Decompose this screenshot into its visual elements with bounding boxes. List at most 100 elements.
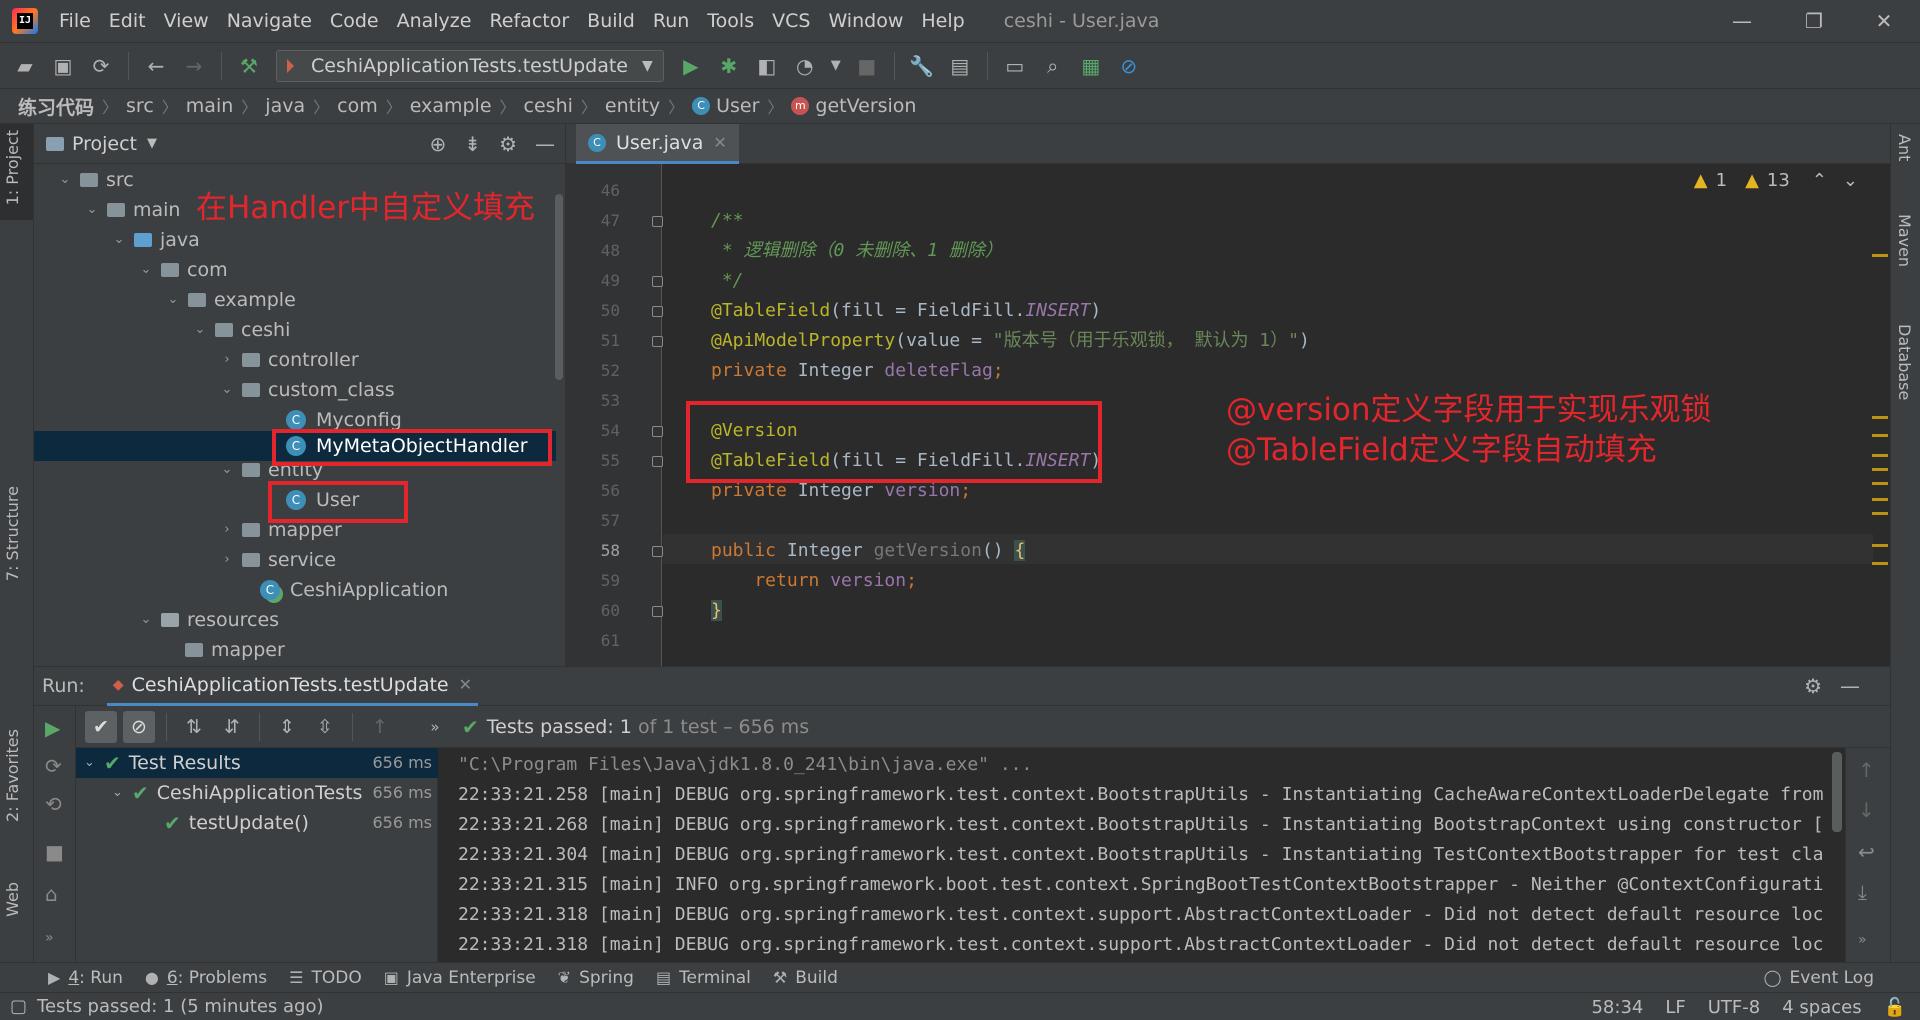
menu-file[interactable]: File xyxy=(50,0,100,42)
menu-edit[interactable]: Edit xyxy=(100,0,155,42)
line-number[interactable]: 56 xyxy=(566,476,620,506)
tool-tab-terminal[interactable]: ▤ Terminal xyxy=(656,968,751,988)
restore-button[interactable]: ❐ xyxy=(1778,0,1850,42)
tree-item-main[interactable]: ⌄ main xyxy=(83,195,181,225)
tool-tab-event-log[interactable]: ◯ Event Log xyxy=(1764,968,1874,988)
status-toggle-icon[interactable]: ▢ xyxy=(10,996,27,1017)
soft-wrap-icon[interactable]: ↩ xyxy=(1858,840,1875,864)
menu-window[interactable]: Window xyxy=(819,0,912,42)
run-icon[interactable]: ▶ xyxy=(677,52,705,80)
tree-item-java[interactable]: ⌄ java xyxy=(110,225,200,255)
console-scrollbar[interactable] xyxy=(1832,752,1842,832)
line-number[interactable]: 51 xyxy=(566,326,620,356)
run-tab-testupdate[interactable]: ◆ CeshiApplicationTests.testUpdate ✕ xyxy=(106,666,479,706)
tree-item-com[interactable]: ⌄ com xyxy=(137,255,228,285)
tool-tab-maven[interactable]: Maven xyxy=(1895,214,1914,267)
power-save-icon[interactable]: ⊘ xyxy=(1115,52,1143,80)
expand-arrow-icon[interactable]: ⌄ xyxy=(112,778,128,808)
chevron-down-icon[interactable]: ▼ xyxy=(147,136,157,151)
tree-item-resources-mapper[interactable]: mapper xyxy=(185,635,285,665)
fold-marker-icon[interactable] xyxy=(652,546,663,557)
breadcrumb-item[interactable]: m getVersion xyxy=(791,95,916,117)
debug-bug-icon[interactable]: ✱ xyxy=(715,52,743,80)
prev-highlight-icon[interactable]: ⌃ xyxy=(1812,170,1827,191)
line-number[interactable]: 46 xyxy=(566,176,620,206)
tree-item-custom-class[interactable]: ⌄ custom_class xyxy=(218,375,395,405)
fold-marker-icon[interactable] xyxy=(652,606,663,617)
close-window-button[interactable]: ✕ xyxy=(1848,0,1920,42)
minimize-button[interactable]: — xyxy=(1706,0,1778,42)
down-arrow-icon[interactable]: ↓ xyxy=(1858,798,1875,822)
error-stripe[interactable] xyxy=(1870,164,1890,666)
menu-analyze[interactable]: Analyze xyxy=(388,0,481,42)
menu-run[interactable]: Run xyxy=(644,0,698,42)
tool-tab-structure[interactable]: 7: Structure xyxy=(3,486,22,581)
menu-tools[interactable]: Tools xyxy=(698,0,763,42)
locate-crosshair-icon[interactable]: ⊕ xyxy=(430,132,447,156)
fold-marker-icon[interactable] xyxy=(652,216,663,227)
toggle-auto-test-icon[interactable]: ⟲ xyxy=(45,792,62,816)
fold-marker-icon[interactable] xyxy=(652,336,663,347)
tool-tab-ant[interactable]: Ant xyxy=(1895,134,1914,161)
line-number[interactable]: 48 xyxy=(566,236,620,266)
tool-tab-favorites[interactable]: 2: Favorites xyxy=(3,729,22,822)
vm-monitor-icon[interactable]: ▦ xyxy=(1077,52,1105,80)
scroll-to-end-icon[interactable]: ⤓ xyxy=(1858,880,1867,904)
tree-item-controller[interactable]: › controller xyxy=(218,345,358,375)
menu-help[interactable]: Help xyxy=(912,0,973,42)
hide-minus-icon[interactable]: — xyxy=(535,132,555,156)
settings-wrench-icon[interactable]: 🔧 xyxy=(908,52,936,80)
line-number[interactable]: 53 xyxy=(566,386,620,416)
up-arrow-icon[interactable]: ↑ xyxy=(1858,758,1875,782)
breadcrumb-item[interactable]: src 〉 xyxy=(126,94,186,118)
collapse-all-icon[interactable]: ⇟ xyxy=(464,132,481,156)
menu-refactor[interactable]: Refactor xyxy=(480,0,578,42)
menu-build[interactable]: Build xyxy=(578,0,644,42)
tree-item-resources[interactable]: ⌄ resources xyxy=(137,605,280,635)
line-number[interactable]: 50 xyxy=(566,296,620,326)
expand-all-icon[interactable]: ⇕ xyxy=(271,711,303,743)
tree-item-example[interactable]: ⌄ example xyxy=(164,285,296,315)
sort-alpha-icon[interactable]: ⇅ xyxy=(178,711,210,743)
project-structure-icon[interactable]: ▤ xyxy=(946,52,974,80)
sort-duration-icon[interactable]: ⇵ xyxy=(216,711,248,743)
project-scrollbar[interactable] xyxy=(555,194,563,380)
stop-icon[interactable]: ■ xyxy=(45,840,64,864)
tool-tab-problems[interactable]: ● 6: Problems xyxy=(145,968,267,988)
run-config-dropdown[interactable]: CeshiApplicationTests.testUpdate ▼ xyxy=(276,49,664,82)
breadcrumb-item[interactable]: main 〉 xyxy=(186,94,266,118)
fold-marker-icon[interactable] xyxy=(652,276,663,287)
code-editor[interactable]: ▲ 1 ▲ 13 ⌃ ⌄ /** * 逻辑删除（0 未删除、1 删除） */ @Ta… xyxy=(663,164,1890,666)
rerun-icon[interactable]: ▶ xyxy=(45,716,60,740)
open-folder-icon[interactable]: ▰ xyxy=(11,52,39,80)
menu-vcs[interactable]: VCS xyxy=(763,0,819,42)
line-number[interactable]: 52 xyxy=(566,356,620,386)
tree-item-service[interactable]: › service xyxy=(218,545,336,575)
tool-tab-java-enterprise[interactable]: ▣ Java Enterprise xyxy=(384,968,536,988)
line-number[interactable]: 47 xyxy=(566,206,620,236)
project-panel-title[interactable]: Project xyxy=(72,133,137,155)
close-tab-icon[interactable]: ✕ xyxy=(713,133,726,152)
indent-setting[interactable]: 4 spaces xyxy=(1782,997,1861,1018)
coverage-icon[interactable]: ◧ xyxy=(753,52,781,80)
tree-item-ceshiapplication[interactable]: C CeshiApplication xyxy=(260,575,448,605)
forward-arrow-icon[interactable]: → xyxy=(180,52,208,80)
breadcrumb-item[interactable]: C User 〉 xyxy=(692,94,791,118)
tool-tab-build[interactable]: ⚒ Build xyxy=(773,968,838,988)
breadcrumb-item[interactable]: entity 〉 xyxy=(605,94,692,118)
more-chevron-icon[interactable]: » xyxy=(45,930,54,946)
rerun-failed-icon[interactable]: ⟳ xyxy=(45,754,62,778)
more-chevron-icon[interactable]: » xyxy=(419,711,451,743)
collapse-all-icon[interactable]: ⇳ xyxy=(309,711,341,743)
tool-tab-project[interactable]: 1: Project xyxy=(3,130,22,205)
tool-tab-web[interactable]: Web xyxy=(3,882,22,917)
breadcrumb-item[interactable]: com 〉 xyxy=(337,94,410,118)
menu-view[interactable]: View xyxy=(155,0,218,42)
tool-tab-database[interactable]: Database xyxy=(1895,324,1914,400)
line-separator[interactable]: LF xyxy=(1665,997,1685,1018)
console-output[interactable]: "C:\Program Files\Java\jdk1.8.0_241\bin\… xyxy=(438,748,1845,962)
caret-position[interactable]: 58:34 xyxy=(1591,997,1643,1018)
more-run-chevron-icon[interactable]: ▼ xyxy=(829,52,843,80)
screenshot-camera-icon[interactable]: ⌂ xyxy=(45,882,58,906)
search-icon[interactable]: ⌕ xyxy=(1039,52,1067,80)
